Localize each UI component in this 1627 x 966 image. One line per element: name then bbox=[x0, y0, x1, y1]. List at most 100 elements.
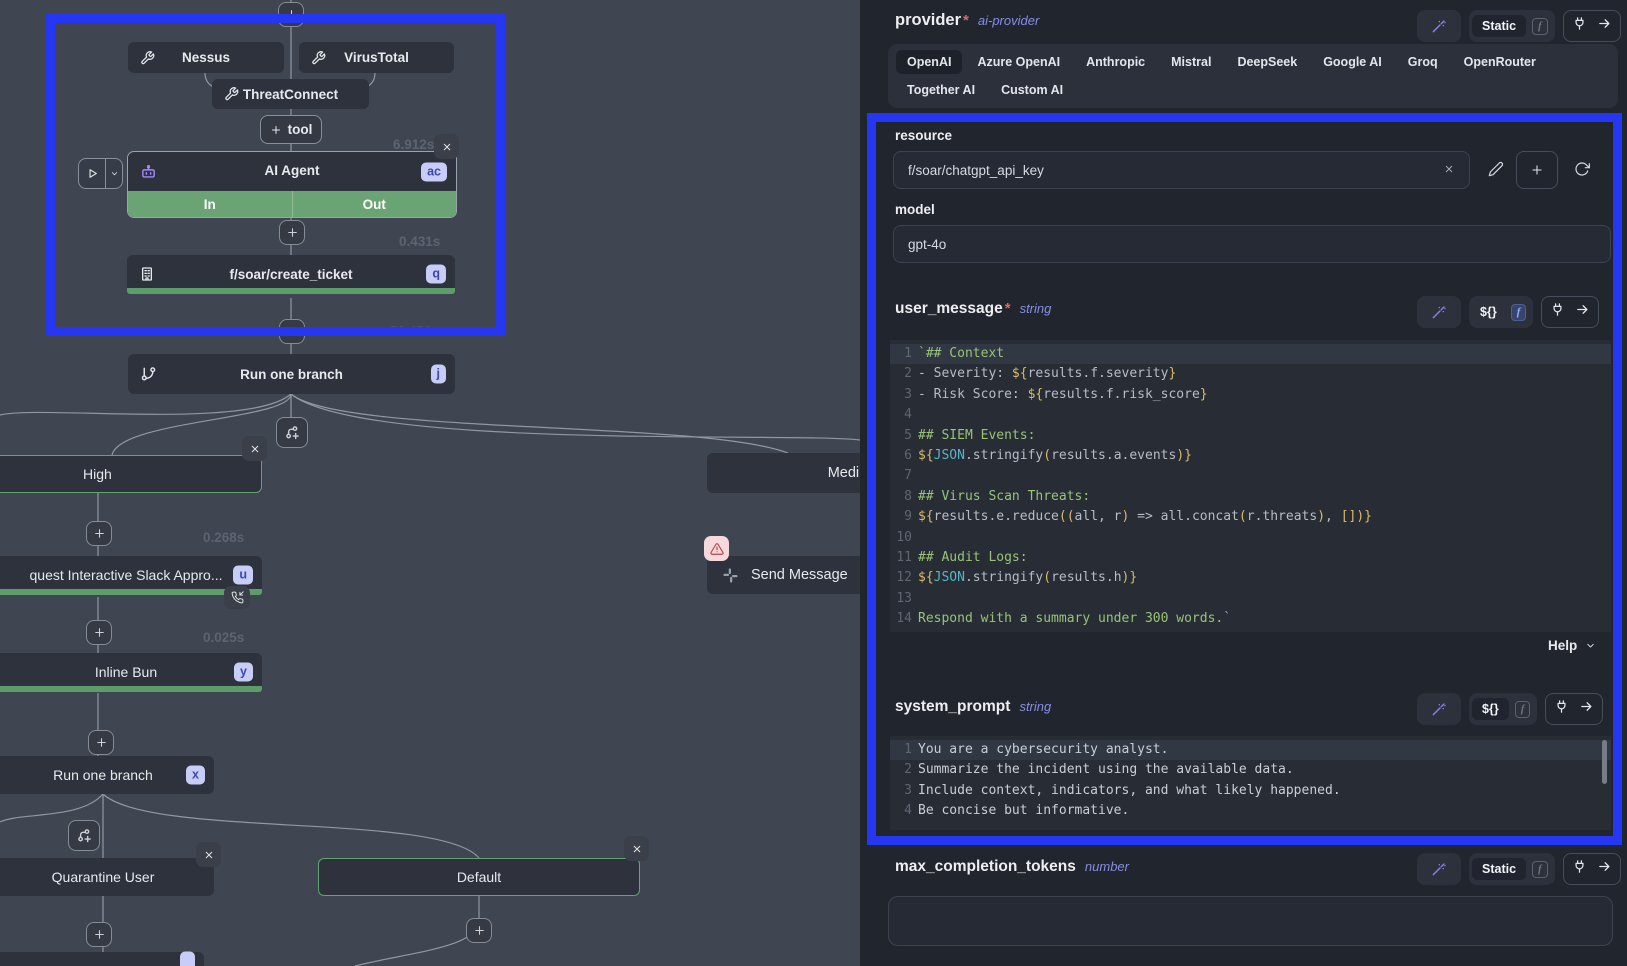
connect-io-buttons[interactable] bbox=[1563, 853, 1621, 885]
code-line-12[interactable]: 12${JSON.stringify(results.h)} bbox=[890, 568, 1611, 588]
run-node-button[interactable] bbox=[78, 158, 123, 189]
function-mode-icon[interactable]: f bbox=[1515, 701, 1531, 718]
plus-connector-button[interactable] bbox=[86, 521, 112, 546]
model-input[interactable]: gpt-4o bbox=[893, 225, 1611, 263]
static-mode-label[interactable]: Static bbox=[1472, 858, 1526, 880]
edit-pencil-icon[interactable] bbox=[1488, 161, 1504, 177]
ai-wand-button[interactable] bbox=[1417, 693, 1461, 725]
warning-icon[interactable] bbox=[704, 536, 729, 561]
chevron-down-icon[interactable] bbox=[106, 159, 122, 188]
connect-io-buttons[interactable] bbox=[1541, 296, 1599, 328]
node-send-message[interactable]: Send Message bbox=[707, 556, 860, 594]
tab-anthropic[interactable]: Anthropic bbox=[1075, 50, 1156, 74]
code-line-5[interactable]: 5## SIEM Events: bbox=[890, 426, 1611, 446]
arrow-right-icon[interactable] bbox=[1575, 302, 1590, 322]
plus-connector-button[interactable] bbox=[279, 220, 305, 245]
code-line-2[interactable]: 2- Severity: ${results.f.severity} bbox=[890, 364, 1611, 384]
plus-connector-button[interactable] bbox=[86, 620, 112, 645]
function-mode-icon[interactable]: f bbox=[1532, 18, 1548, 35]
tab-custom-ai[interactable]: Custom AI bbox=[990, 78, 1074, 102]
node-create-ticket[interactable]: f/soar/create_ticket q bbox=[127, 255, 455, 293]
add-branch-button[interactable] bbox=[68, 820, 100, 851]
code-line-9[interactable]: 9${results.e.reduce((all, r) => all.conc… bbox=[890, 507, 1611, 527]
resource-input[interactable]: f/soar/chatgpt_api_key bbox=[893, 151, 1470, 189]
add-tool-button[interactable]: tool bbox=[260, 115, 322, 144]
code-line-3[interactable]: 3- Risk Score: ${results.f.risk_score} bbox=[890, 385, 1611, 405]
plus-connector-button[interactable] bbox=[88, 730, 114, 755]
suspend-phone-icon[interactable] bbox=[224, 586, 250, 609]
max-tokens-input[interactable] bbox=[888, 896, 1613, 946]
node-run-one-branch-2[interactable]: Run one branch x bbox=[0, 756, 214, 794]
delete-branch-button[interactable] bbox=[624, 836, 649, 861]
ai-wand-button[interactable] bbox=[1417, 296, 1461, 328]
static-function-toggle[interactable]: Static f bbox=[1469, 10, 1555, 42]
branch-medium[interactable]: Medium bbox=[707, 453, 860, 493]
static-function-toggle[interactable]: Static f bbox=[1469, 853, 1555, 885]
code-line-8[interactable]: 8## Virus Scan Threats: bbox=[890, 487, 1611, 507]
code-line-14[interactable]: 14Respond with a summary under 300 words… bbox=[890, 609, 1611, 629]
code-line-4[interactable]: 4 bbox=[890, 405, 1611, 425]
node-nessus[interactable]: Nessus bbox=[128, 42, 284, 73]
code-line-2[interactable]: 2Summarize the incident using the availa… bbox=[890, 760, 1611, 780]
node-virustotal[interactable]: VirusTotal bbox=[299, 42, 454, 73]
expr-function-toggle[interactable]: ${} f bbox=[1469, 693, 1537, 725]
branch-default[interactable]: Default bbox=[318, 858, 640, 896]
tab-together-ai[interactable]: Together AI bbox=[896, 78, 986, 102]
code-line-6[interactable]: 6${JSON.stringify(results.a.events)} bbox=[890, 446, 1611, 466]
flow-canvas[interactable]: Nessus VirusTotal ThreatConnect tool 6.9… bbox=[0, 0, 860, 966]
node-partial-bottom[interactable] bbox=[0, 952, 204, 966]
expr-mode-label[interactable]: ${} bbox=[1472, 301, 1505, 323]
plug-icon[interactable] bbox=[1572, 16, 1587, 36]
add-branch-button[interactable] bbox=[276, 417, 308, 448]
connect-io-buttons[interactable] bbox=[1545, 693, 1603, 725]
code-line-10[interactable]: 10 bbox=[890, 528, 1611, 548]
plug-icon[interactable] bbox=[1572, 859, 1587, 879]
tab-groq[interactable]: Groq bbox=[1397, 50, 1449, 74]
refresh-icon[interactable] bbox=[1574, 161, 1590, 177]
user-message-code-editor[interactable]: 1`## Context2- Severity: ${results.f.sev… bbox=[890, 340, 1611, 632]
expr-function-toggle[interactable]: ${} f bbox=[1469, 296, 1533, 328]
plus-connector-button[interactable] bbox=[86, 922, 112, 947]
tab-openrouter[interactable]: OpenRouter bbox=[1453, 50, 1547, 74]
tab-google-ai[interactable]: Google AI bbox=[1312, 50, 1393, 74]
node-inline-bun[interactable]: Inline Bun y bbox=[0, 653, 262, 691]
help-button[interactable]: Help bbox=[1548, 638, 1596, 653]
static-mode-label[interactable]: Static bbox=[1472, 15, 1526, 37]
editor-scrollbar[interactable] bbox=[1602, 740, 1607, 784]
arrow-right-icon[interactable] bbox=[1597, 859, 1612, 879]
add-resource-button[interactable] bbox=[1516, 151, 1558, 189]
arrow-right-icon[interactable] bbox=[1597, 16, 1612, 36]
code-line-3[interactable]: 3Include context, indicators, and what l… bbox=[890, 781, 1611, 801]
code-line-7[interactable]: 7 bbox=[890, 466, 1611, 486]
branch-quarantine-user[interactable]: Quarantine User bbox=[0, 858, 214, 896]
ai-agent-out[interactable]: Out bbox=[293, 191, 457, 217]
plus-connector-button[interactable] bbox=[466, 918, 492, 943]
delete-branch-button[interactable] bbox=[196, 842, 221, 867]
delete-node-button[interactable] bbox=[434, 134, 459, 159]
tab-azure-openai[interactable]: Azure OpenAI bbox=[966, 50, 1071, 74]
node-run-one-branch-1[interactable]: Run one branch j bbox=[128, 354, 455, 394]
node-ai-agent[interactable]: AI Agent ac In Out bbox=[127, 151, 457, 218]
code-line-4[interactable]: 4Be concise but informative. bbox=[890, 801, 1611, 821]
expr-mode-label[interactable]: ${} bbox=[1472, 698, 1509, 720]
plus-connector-button[interactable] bbox=[278, 2, 304, 27]
plug-icon[interactable] bbox=[1550, 302, 1565, 322]
plus-connector-button[interactable] bbox=[279, 319, 305, 344]
code-line-1[interactable]: 1You are a cybersecurity analyst. bbox=[890, 740, 1611, 760]
delete-branch-button[interactable] bbox=[242, 436, 267, 461]
tab-deepseek[interactable]: DeepSeek bbox=[1226, 50, 1308, 74]
branch-high[interactable]: High bbox=[0, 455, 262, 493]
ai-wand-button[interactable] bbox=[1417, 10, 1461, 42]
clear-icon[interactable] bbox=[1443, 163, 1455, 178]
function-mode-icon[interactable]: f bbox=[1511, 304, 1527, 321]
ai-agent-in[interactable]: In bbox=[128, 191, 293, 217]
tab-mistral[interactable]: Mistral bbox=[1160, 50, 1222, 74]
function-mode-icon[interactable]: f bbox=[1532, 861, 1548, 878]
node-slack-approval[interactable]: quest Interactive Slack Appro... u bbox=[0, 556, 262, 594]
code-line-11[interactable]: 11## Audit Logs: bbox=[890, 548, 1611, 568]
tab-openai[interactable]: OpenAI bbox=[896, 50, 962, 74]
code-line-1[interactable]: 1`## Context bbox=[890, 344, 1611, 364]
node-threatconnect[interactable]: ThreatConnect bbox=[212, 79, 369, 109]
system-prompt-code-editor[interactable]: 1You are a cybersecurity analyst.2Summar… bbox=[890, 736, 1611, 830]
plug-icon[interactable] bbox=[1554, 699, 1569, 719]
